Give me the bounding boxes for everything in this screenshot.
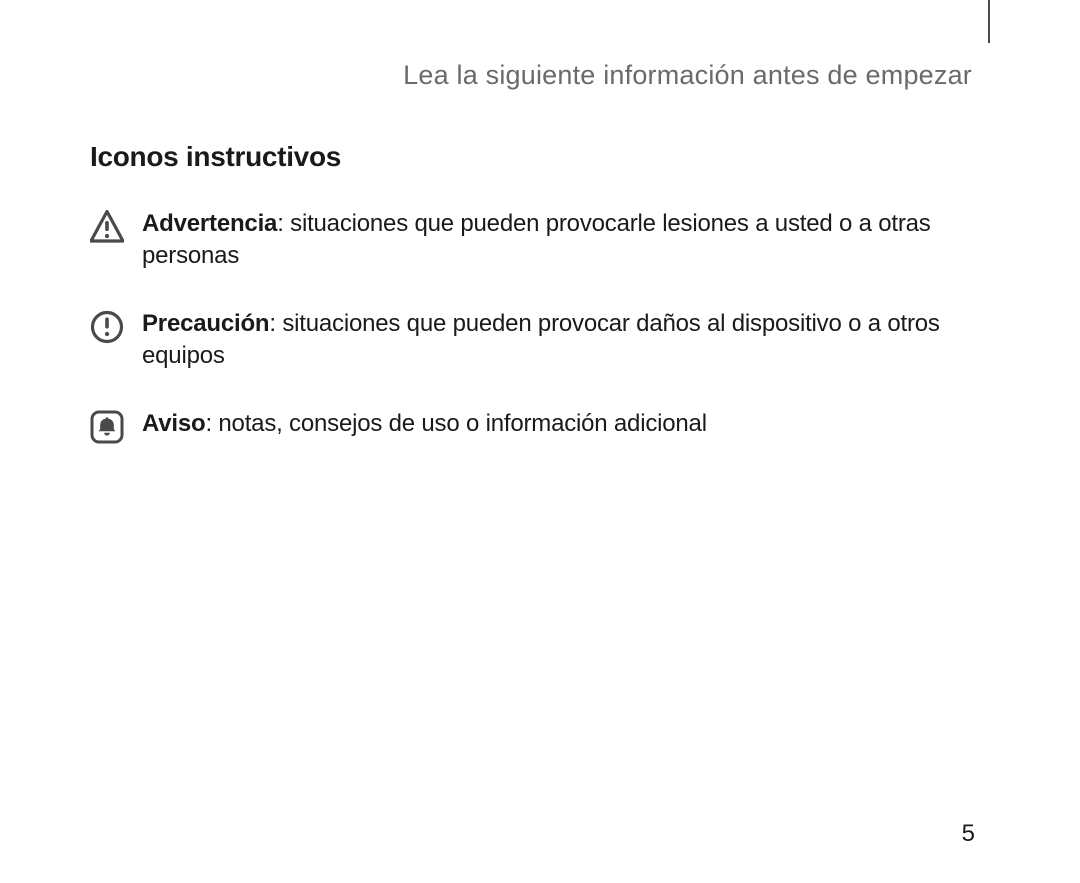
page-header: Lea la siguiente información antes de em… (90, 60, 990, 91)
icon-row-caution: Precaución: situaciones que pueden provo… (90, 308, 990, 373)
icon-row-note: Aviso: notas, consejos de uso o informac… (90, 408, 990, 444)
note-bell-square-icon (90, 410, 124, 444)
note-desc: : notas, consejos de uso o información a… (205, 410, 706, 437)
section-heading: Iconos instructivos (90, 141, 990, 173)
caution-circle-icon (90, 310, 124, 344)
warning-label: Advertencia (142, 210, 277, 237)
note-label: Aviso (142, 410, 205, 437)
caution-label: Precaución (142, 310, 269, 337)
caution-text: Precaución: situaciones que pueden provo… (142, 308, 950, 373)
page-number: 5 (962, 820, 975, 848)
icon-row-warning: Advertencia: situaciones que pueden prov… (90, 208, 990, 273)
warning-text: Advertencia: situaciones que pueden prov… (142, 208, 950, 273)
warning-triangle-icon (90, 210, 124, 244)
note-text: Aviso: notas, consejos de uso o informac… (142, 408, 707, 440)
